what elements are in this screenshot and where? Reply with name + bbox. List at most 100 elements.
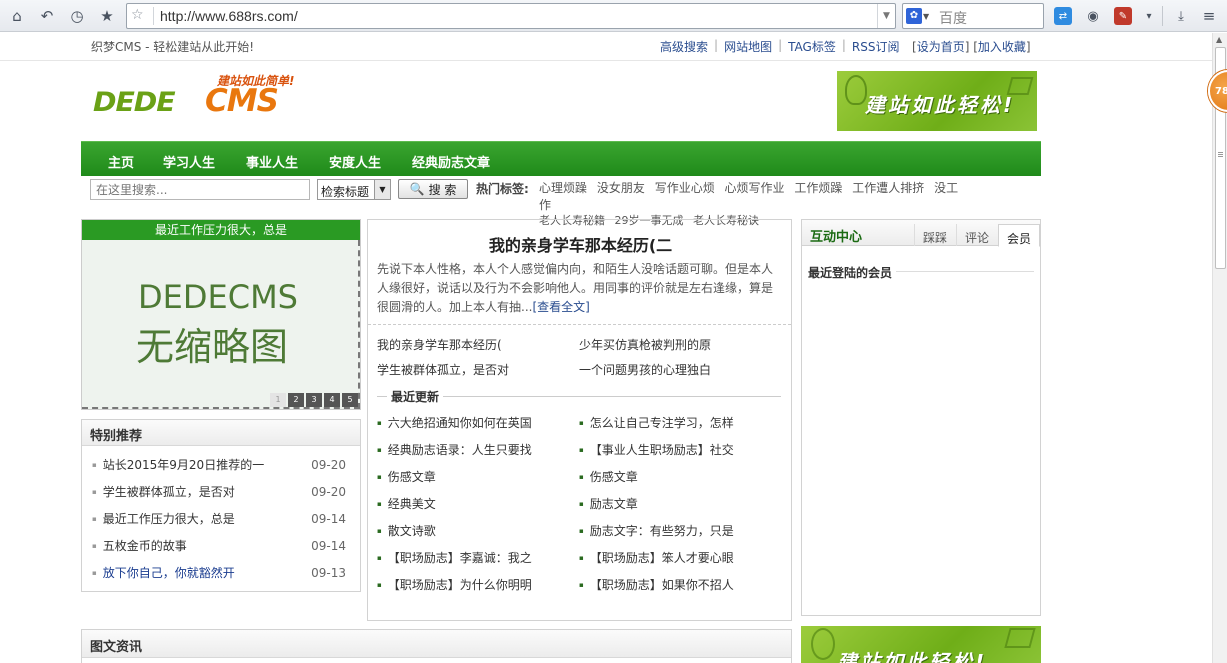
extension-globe-icon[interactable]: ◉	[1084, 7, 1102, 25]
lightbulb-icon	[811, 628, 835, 660]
list-item-title[interactable]: 五枚金币的故事	[92, 537, 187, 554]
search-button[interactable]: 🔍 搜 索	[398, 179, 468, 199]
recent-item[interactable]: 励志文章	[579, 495, 638, 512]
interaction-title: 互动中心	[810, 230, 863, 245]
recent-item[interactable]: 散文诗歌	[377, 522, 436, 539]
recent-item[interactable]: 经典美文	[377, 495, 436, 512]
link-tags[interactable]: TAG标签	[788, 38, 836, 55]
focus-slideshow[interactable]: 最近工作压力很大，总是 DEDECMS 无缩略图 1 2 3 4 5	[81, 219, 361, 410]
slide-image[interactable]: DEDECMS 无缩略图	[82, 240, 360, 409]
address-separator	[153, 7, 154, 25]
browser-search-box[interactable]: ✿ ▼ 百度	[902, 3, 1044, 29]
recent-item[interactable]: 【职场励志】如果你不招人	[579, 576, 734, 593]
logo-cms: CMS	[205, 83, 279, 119]
home-icon[interactable]: ⌂	[7, 6, 27, 26]
dedecms-logo[interactable]: 建站如此简单! DEDE CMS	[93, 72, 308, 127]
bracket-mid: ] [	[964, 40, 978, 54]
tab-diggs[interactable]: 踩踩	[914, 224, 955, 246]
hot-tags-row: 心理烦躁 没女朋友 写作业心烦 心烦写作业 工作烦躁 工作遭人排挤 没工作	[539, 180, 959, 214]
download-icon[interactable]: ⤓	[1172, 7, 1190, 25]
menu-chevron-icon[interactable]: ▾	[1140, 7, 1158, 25]
add-favorite-link[interactable]: 加入收藏	[978, 40, 1026, 54]
site-slogan: 织梦CMS - 轻松建站从此开始!	[91, 40, 255, 54]
tab-members[interactable]: 会员	[998, 224, 1040, 247]
hot-tag[interactable]: 没女朋友	[597, 181, 645, 195]
list-item-title[interactable]: 学生被群体孤立，是否对	[92, 483, 235, 500]
floating-badge[interactable]: 78	[1208, 70, 1227, 112]
slide-page-button[interactable]: 2	[288, 393, 304, 407]
link-rss[interactable]: RSS订阅	[852, 38, 900, 55]
hot-tag[interactable]: 工作烦躁	[794, 181, 842, 195]
recent-item[interactable]: 伤感文章	[377, 468, 436, 485]
list-item[interactable]: 放下你自己，你就豁然开 09-13	[92, 559, 346, 586]
headline-intro: 先说下本人性格，本人个人感觉偏内向，和陌生人没啥话题可聊。但是本人人缘很好，说话…	[377, 260, 783, 317]
translate-icon[interactable]: ⇄	[1054, 7, 1072, 25]
nav-item-life[interactable]: 安度人生	[329, 152, 381, 171]
bookmark-star-icon[interactable]: ☆	[131, 7, 144, 23]
headline-link[interactable]: 少年买仿真枪被判刑的原	[579, 336, 711, 353]
hot-tag[interactable]: 心烦写作业	[725, 181, 785, 195]
list-item-title[interactable]: 站长2015年9月20日推荐的一	[92, 456, 264, 473]
list-item[interactable]: 站长2015年9月20日推荐的一 09-20	[92, 451, 346, 478]
link-sitemap[interactable]: 网站地图	[724, 38, 772, 55]
list-item-date: 09-20	[311, 457, 346, 472]
recent-item[interactable]: 伤感文章	[579, 468, 638, 485]
tools-icon[interactable]: ✎	[1114, 7, 1132, 25]
site-search-input[interactable]	[90, 179, 310, 200]
link-advanced-search[interactable]: 高级搜索	[660, 38, 708, 55]
nav-item-home[interactable]: 主页	[108, 152, 134, 171]
slide-caption[interactable]: 最近工作压力很大，总是	[82, 220, 360, 240]
recent-item[interactable]: 【职场励志】笨人才要心眼	[579, 549, 734, 566]
scroll-up-icon[interactable]: ▲	[1216, 35, 1222, 44]
set-home-link[interactable]: 设为首页	[917, 40, 965, 54]
recent-item[interactable]: 经典励志语录：人生只要找	[377, 441, 532, 458]
history-clock-icon[interactable]: ◷	[67, 6, 87, 26]
recommend-list: 站长2015年9月20日推荐的一 09-20 学生被群体孤立，是否对 09-20 最…	[82, 451, 360, 586]
hot-tag[interactable]: 工作遭人排挤	[852, 181, 924, 195]
recent-item[interactable]: 【职场励志】李嘉诚：我之	[377, 549, 532, 566]
recent-members-title: 最近登陆的会员	[808, 264, 897, 281]
recent-updates-title: 最近更新	[387, 388, 444, 405]
undo-icon[interactable]: ↶	[37, 6, 57, 26]
nav-item-career[interactable]: 事业人生	[246, 152, 298, 171]
list-item[interactable]: 学生被群体孤立，是否对 09-20	[92, 478, 346, 505]
headline-link[interactable]: 学生被群体孤立，是否对	[377, 361, 509, 378]
no-thumb-text-cn: 无缩略图	[136, 325, 289, 369]
recent-item[interactable]: 【事业人生职场励志】社交	[579, 441, 734, 458]
headline-title[interactable]: 我的亲身学车那本经历(二	[368, 232, 793, 256]
slide-page-button[interactable]: 4	[324, 393, 340, 407]
slide-page-button[interactable]: 5	[342, 393, 358, 407]
address-dropdown-icon[interactable]: ▼	[877, 4, 895, 28]
list-item-title[interactable]: 放下你自己，你就豁然开	[92, 564, 235, 581]
slide-page-button[interactable]: 1	[270, 393, 286, 407]
read-more-link[interactable]: [查看全文]	[532, 300, 589, 314]
list-item-title[interactable]: 最近工作压力很大，总是	[92, 510, 235, 527]
hot-tag[interactable]: 写作业心烦	[655, 181, 715, 195]
headline-link[interactable]: 一个问题男孩的心理独白	[579, 361, 711, 378]
hot-tags-label: 热门标签:	[476, 182, 529, 196]
headline-link[interactable]: 我的亲身学车那本经历(	[377, 336, 502, 353]
recent-item[interactable]: 六大绝招通知你如何在英国	[377, 414, 532, 431]
home-favorite-links: [设为首页] [加入收藏]	[912, 38, 1031, 55]
search-type-select[interactable]: 检索标题 ▼	[317, 179, 391, 200]
header-banner-ad[interactable]: 建站如此轻松!	[837, 71, 1037, 131]
page-scrollbar[interactable]: ▲	[1212, 33, 1227, 663]
recent-item[interactable]: 励志文字：有些努力，只是	[579, 522, 734, 539]
recent-item[interactable]: 怎么让自己专注学习，怎样	[579, 414, 734, 431]
search-engine-selector[interactable]: ✿ ▼	[906, 8, 934, 24]
sidebar-banner-ad[interactable]: 建站如此轻松!	[801, 626, 1041, 663]
recent-item[interactable]: 【职场励志】为什么你明明	[377, 576, 532, 593]
nav-item-study[interactable]: 学习人生	[163, 152, 215, 171]
address-bar[interactable]: ☆ http://www.688rs.com/ ▼	[126, 3, 896, 29]
list-item[interactable]: 最近工作压力很大，总是 09-14	[92, 505, 346, 532]
nav-item-inspiration[interactable]: 经典励志文章	[412, 152, 490, 171]
hot-tag[interactable]: 心理烦躁	[539, 181, 587, 195]
slide-page-button[interactable]: 3	[306, 393, 322, 407]
tab-comments[interactable]: 评论	[956, 224, 997, 246]
headline-panel: 我的亲身学车那本经历(二 先说下本人性格，本人个人感觉偏内向，和陌生人没啥话题可…	[367, 219, 792, 621]
picture-news-box: 图文资讯	[81, 629, 792, 663]
hamburger-menu-icon[interactable]: ≡	[1200, 7, 1218, 25]
bookmarks-star-icon[interactable]: ★	[97, 6, 117, 26]
list-item[interactable]: 五枚金币的故事 09-14	[92, 532, 346, 559]
address-url[interactable]: http://www.688rs.com/	[160, 8, 298, 24]
